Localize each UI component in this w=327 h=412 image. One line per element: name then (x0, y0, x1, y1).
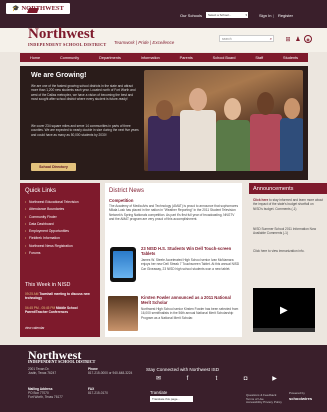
search-icon[interactable]: ⌕ (270, 36, 272, 42)
sitemap-icon[interactable]: ⊞ (284, 36, 292, 44)
quick-links-list: Northwest Educational Television Attenda… (25, 200, 95, 258)
quick-link[interactable]: Community Finder (25, 215, 95, 220)
announcement-item[interactable]: Click here to stay informed and learn mo… (253, 198, 323, 211)
quick-links-title: Quick Links (25, 188, 57, 194)
event-item[interactable]: 09:25 AM Townhall meeting to discuss new… (25, 292, 97, 301)
tagline: Teamwork | Pride | Excellence (114, 40, 175, 45)
quick-link[interactable]: Fieldtrek Information (25, 236, 95, 241)
hero-title: We are Growing! (31, 72, 87, 79)
sign-in-link[interactable]: Sign In (259, 13, 271, 18)
school-directory-button[interactable]: School Directory (31, 163, 76, 171)
announcements-title: Announcements (249, 183, 327, 194)
register-link[interactable]: Register (278, 13, 293, 18)
camera-icon[interactable]: ◘ (237, 375, 254, 383)
announcement-item[interactable]: NISD Summer School 2011 Information Now … (253, 227, 323, 236)
graduation-cap-logo-icon (27, 8, 39, 13)
our-schools-label: Our Schools (180, 13, 203, 18)
student-figure (284, 98, 300, 119)
student-figure (250, 114, 282, 171)
tablet-screen (113, 251, 133, 278)
district-news-title: District News (109, 188, 145, 194)
student-figure (257, 92, 274, 115)
quick-link[interactable]: Forums (25, 251, 95, 256)
quick-link[interactable]: Employment Opportunities (25, 229, 95, 234)
email-icon[interactable]: ✉ (150, 375, 167, 383)
school-select[interactable]: Select a School... ▾ (206, 12, 248, 18)
mailing-address: PO Box 77070 Fort Worth, Texas 76177 (28, 391, 63, 400)
powered-by-label: Powered by (289, 391, 305, 395)
students-photo (144, 70, 303, 171)
link-separator: | (273, 13, 275, 18)
header-icons: ⊞ ♟ ◉ (284, 35, 314, 44)
nav-community[interactable]: Community (60, 56, 79, 60)
quick-link[interactable]: Northwest News Registration (25, 244, 95, 249)
hero-paragraph-1: We are one of the fastest growing school… (31, 84, 136, 101)
facebook-icon[interactable]: f (179, 375, 196, 383)
footer-phone-block: Phone 817-215-0000 or 940-648-3224 (88, 367, 132, 375)
student-figure (189, 88, 207, 111)
nav-parents[interactable]: Parents (180, 56, 193, 60)
quick-link[interactable]: Attendance Boundaries (25, 207, 95, 212)
stay-connected-title: Stay Connected with Northwest ISD (146, 367, 220, 372)
news-headline[interactable]: Competition (109, 198, 133, 203)
top-bar: 🎓 NORTHWEST Our Schools Select a School..… (0, 0, 327, 28)
news-body: The Academy of Media Arts and Technology… (109, 204, 239, 221)
main-navigation: Home Community Departments Information P… (20, 53, 308, 62)
footer-brand-subtitle: INDEPENDENT SCHOOL DISTRICT (28, 359, 96, 364)
student-portrait-thumbnail[interactable] (108, 296, 138, 331)
this-week-title: This Week in NISD (25, 282, 71, 288)
hero-paragraph-2: We cover 234 square miles and serve 14 c… (31, 124, 139, 137)
announcement-item[interactable]: Click here to view immunization info. (253, 249, 323, 253)
twitter-icon[interactable]: t (208, 375, 225, 383)
brand-subtitle: INDEPENDENT SCHOOL DISTRICT (28, 42, 107, 47)
this-week-panel: This Week in NISD 09:25 AM Townhall meet… (20, 280, 100, 337)
footer-fax-block: FAX 817-215-0170 (88, 387, 108, 395)
tablet-thumbnail[interactable] (110, 247, 136, 282)
quick-link[interactable]: Data Dashboard (25, 222, 95, 227)
quick-link[interactable]: Northwest Educational Television (25, 200, 95, 205)
footer-credits[interactable]: Questions & Feedback Terms of Use Access… (246, 393, 282, 405)
schoolwires-logo[interactable]: schoolwires (289, 396, 312, 401)
search-input[interactable]: search ⌕ (219, 35, 274, 42)
graduation-cap-icon: 🎓 (12, 6, 20, 12)
student-figure (156, 100, 173, 120)
news-body: James W. Steele Accelerated High School … (141, 258, 240, 271)
nav-departments[interactable]: Departments (99, 56, 121, 60)
student-figure (180, 110, 216, 171)
news-headline[interactable]: 23 NISD H.S. Students Win Dell Touch-scr… (141, 246, 241, 256)
nav-school-board[interactable]: School Board (213, 56, 236, 60)
social-icons: ✉ f t ◘ ▶ (150, 375, 295, 383)
video-icon[interactable]: ▶ (266, 375, 283, 383)
nav-staff[interactable]: Staff (255, 56, 263, 60)
student-figure (280, 118, 303, 171)
event-item[interactable]: 04:45 PM - 05:45 PM Middle School Parent… (25, 306, 97, 315)
translate-select[interactable]: Translate this page... (150, 396, 193, 402)
brand-name: Northwest (28, 26, 95, 42)
video-controls-bar[interactable] (253, 328, 315, 332)
news-body: Northwest High School senior Kirsten Fow… (141, 307, 239, 320)
district-brand[interactable]: Northwest INDEPENDENT SCHOOL DISTRICT (28, 26, 107, 48)
student-figure (148, 116, 182, 171)
nav-home[interactable]: Home (30, 56, 40, 60)
play-icon[interactable]: ▶ (280, 305, 288, 316)
translate-label: Translate (150, 390, 168, 395)
nav-information[interactable]: Information (141, 56, 160, 60)
featured-video-player[interactable]: ▶ (253, 288, 315, 332)
phone-number: 817-215-0000 or 940-648-3224 (88, 371, 133, 376)
student-figure (216, 120, 250, 171)
view-calendar-link[interactable]: view calendar (25, 326, 45, 330)
news-headline[interactable]: Kirsten Fowler announced as a 2011 Natio… (141, 295, 241, 305)
fax-number: 817-215-0170 (88, 391, 108, 396)
accessibility-icon[interactable]: ◉ (304, 35, 312, 43)
chevron-down-icon: ▾ (245, 13, 247, 17)
user-icon[interactable]: ♟ (294, 36, 302, 44)
footer-mailing-block: Mailing Address PO Box 77070 Fort Worth, … (28, 387, 63, 400)
student-figure (224, 98, 241, 120)
nav-students[interactable]: Students (283, 56, 298, 60)
footer-address: 2001 Texan Dr. Justin, Texas 76247 (28, 367, 57, 376)
footer: Northwest INDEPENDENT SCHOOL DISTRICT 20… (0, 345, 327, 412)
